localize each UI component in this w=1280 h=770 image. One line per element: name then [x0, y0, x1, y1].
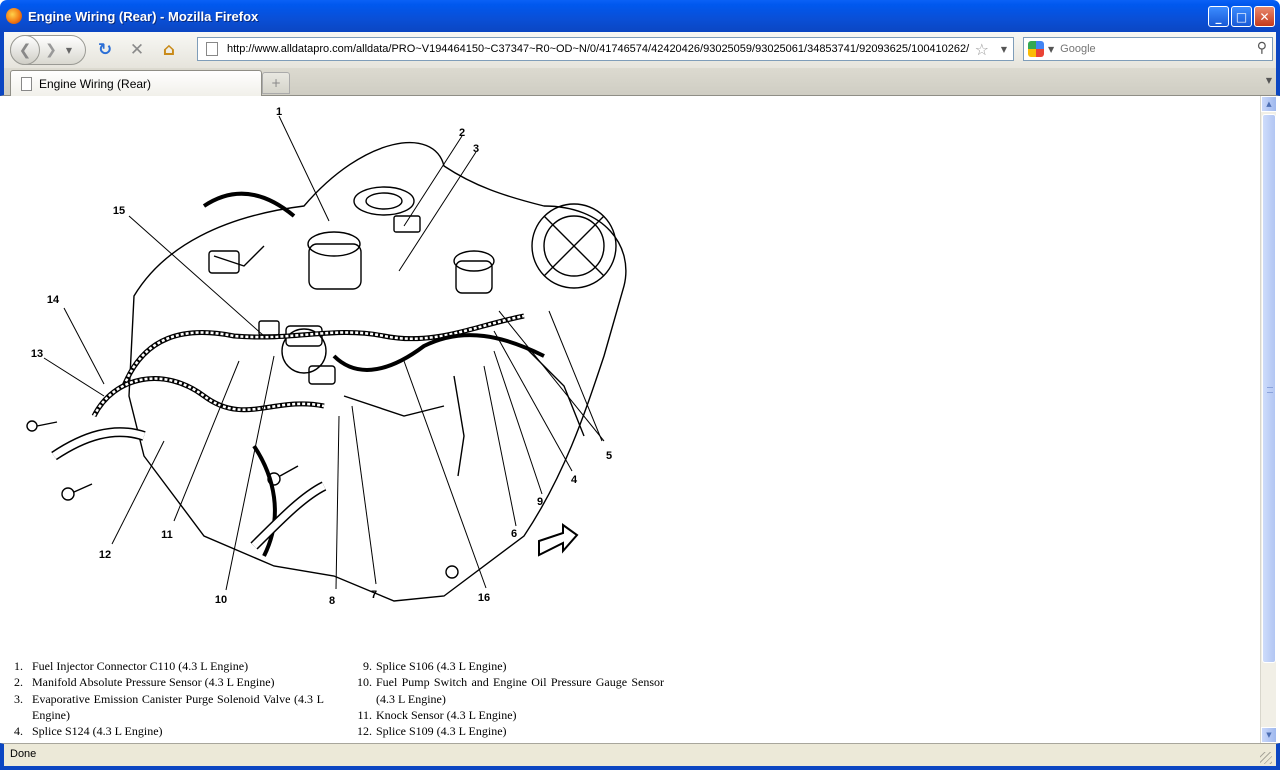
resize-grip-icon[interactable]: [1260, 752, 1272, 764]
callout-4: 4: [571, 474, 578, 486]
arrow-up-icon: ▲: [1266, 100, 1272, 108]
callout-9: 9: [537, 496, 543, 508]
legend-item: 11. Knock Sensor (4.3 L Engine): [357, 707, 517, 722]
forward-icon: ❯: [45, 42, 57, 58]
search-icon[interactable]: ⚲: [1257, 40, 1267, 56]
callout-6: 6: [511, 528, 517, 540]
page-content: 1 2 3 4 5 6 7 8 9 10 11 12 13 14 15 16 1…: [4, 96, 1260, 743]
window-controls: _ □ ✕: [1208, 6, 1275, 27]
forward-button[interactable]: ❯: [40, 42, 62, 58]
callout-14: 14: [47, 294, 60, 306]
legend-item: 12. Splice S109 (4.3 L Engine): [357, 724, 507, 739]
scroll-down-button[interactable]: ▼: [1261, 727, 1277, 743]
vertical-scrollbar[interactable]: ▲ ▼: [1260, 96, 1277, 743]
status-bar: Done: [0, 743, 1280, 770]
navigation-toolbar: ❮ ❯ ▼ ↻ ✕ ⌂ http://www.alldatapro.com/al…: [0, 32, 1280, 68]
legend-item: 2. Manifold Absolute Pressure Sensor (4.3…: [14, 675, 275, 690]
plus-icon: +: [270, 76, 282, 90]
maximize-button[interactable]: □: [1231, 6, 1252, 27]
tab-list-icon[interactable]: ▼: [1266, 76, 1272, 85]
scroll-up-button[interactable]: ▲: [1261, 96, 1277, 112]
bookmark-star-icon[interactable]: ☆: [975, 40, 989, 59]
google-icon[interactable]: [1028, 41, 1044, 57]
callout-11: 11: [161, 529, 173, 541]
stop-button[interactable]: ✕: [124, 37, 150, 63]
callout-5: 5: [606, 450, 612, 462]
engine-wiring-diagram: 1 2 3 4 5 6 7 8 9 10 11 12 13 14 15 16: [26, 106, 627, 607]
callout-8: 8: [329, 595, 335, 607]
callout-2: 2: [459, 127, 465, 139]
arrow-down-icon: ▼: [1266, 731, 1272, 739]
reload-button[interactable]: ↻: [92, 37, 118, 63]
callout-1: 1: [276, 106, 282, 118]
legend-item: 4. Splice S124 (4.3 L Engine): [14, 724, 163, 739]
legend-item: 10. Fuel Pump Switch and Engine Oil Press…: [357, 675, 664, 706]
firefox-icon: [6, 8, 22, 24]
callout-16: 16: [478, 592, 490, 604]
window-title: Engine Wiring (Rear) - Mozilla Firefox: [28, 8, 259, 24]
home-button[interactable]: ⌂: [156, 37, 182, 63]
legend-left-column: 1. Fuel Injector Connector C110 (4.3 L En…: [14, 658, 324, 739]
callout-7: 7: [371, 589, 377, 601]
legend-right-column: 9. Splice S106 (4.3 L Engine) 10. Fuel Pum…: [354, 658, 664, 739]
url-dropdown-icon[interactable]: ▼: [1001, 45, 1007, 54]
legend-item: 1. Fuel Injector Connector C110 (4.3 L En…: [14, 659, 249, 673]
callout-10: 10: [215, 594, 227, 606]
grip-icon: [1267, 387, 1273, 393]
status-text: Done: [10, 748, 37, 760]
title-bar: Engine Wiring (Rear) - Mozilla Firefox _…: [0, 0, 1280, 32]
history-dropdown-button[interactable]: ▼: [62, 46, 76, 55]
back-icon: ❮: [18, 41, 32, 59]
tab-strip: Engine Wiring (Rear) + ▼: [0, 68, 1280, 96]
callout-3: 3: [473, 143, 479, 155]
url-input[interactable]: http://www.alldatapro.com/alldata/PRO~V1…: [227, 43, 972, 55]
search-bar[interactable]: ▼ ⚲: [1023, 37, 1273, 61]
callout-12: 12: [99, 549, 111, 561]
tab-label: Engine Wiring (Rear): [39, 76, 152, 91]
callout-15: 15: [113, 205, 125, 217]
search-input[interactable]: [1060, 43, 1251, 55]
page-icon: [206, 42, 218, 56]
search-engine-dropdown-icon[interactable]: ▼: [1048, 45, 1054, 54]
back-forward-group: ❮ ❯ ▼: [10, 35, 86, 65]
reload-icon: ↻: [97, 40, 113, 60]
legend-item: 9. Splice S106 (4.3 L Engine): [363, 659, 507, 673]
stop-icon: ✕: [129, 40, 145, 60]
callout-13: 13: [31, 348, 43, 360]
new-tab-button[interactable]: +: [262, 72, 290, 94]
close-button[interactable]: ✕: [1254, 6, 1275, 27]
tab-page-icon: [21, 76, 32, 91]
scrollbar-thumb[interactable]: [1262, 114, 1276, 663]
back-button[interactable]: ❮: [10, 35, 40, 65]
legend-item: 3. Evaporative Emission Canister Purge So…: [14, 691, 324, 722]
tab-engine-wiring[interactable]: Engine Wiring (Rear): [10, 70, 262, 96]
address-bar[interactable]: http://www.alldatapro.com/alldata/PRO~V1…: [197, 37, 1014, 61]
home-icon: ⌂: [162, 40, 176, 60]
history-dropdown-icon: ▼: [65, 45, 73, 55]
minimize-button[interactable]: _: [1208, 6, 1229, 27]
